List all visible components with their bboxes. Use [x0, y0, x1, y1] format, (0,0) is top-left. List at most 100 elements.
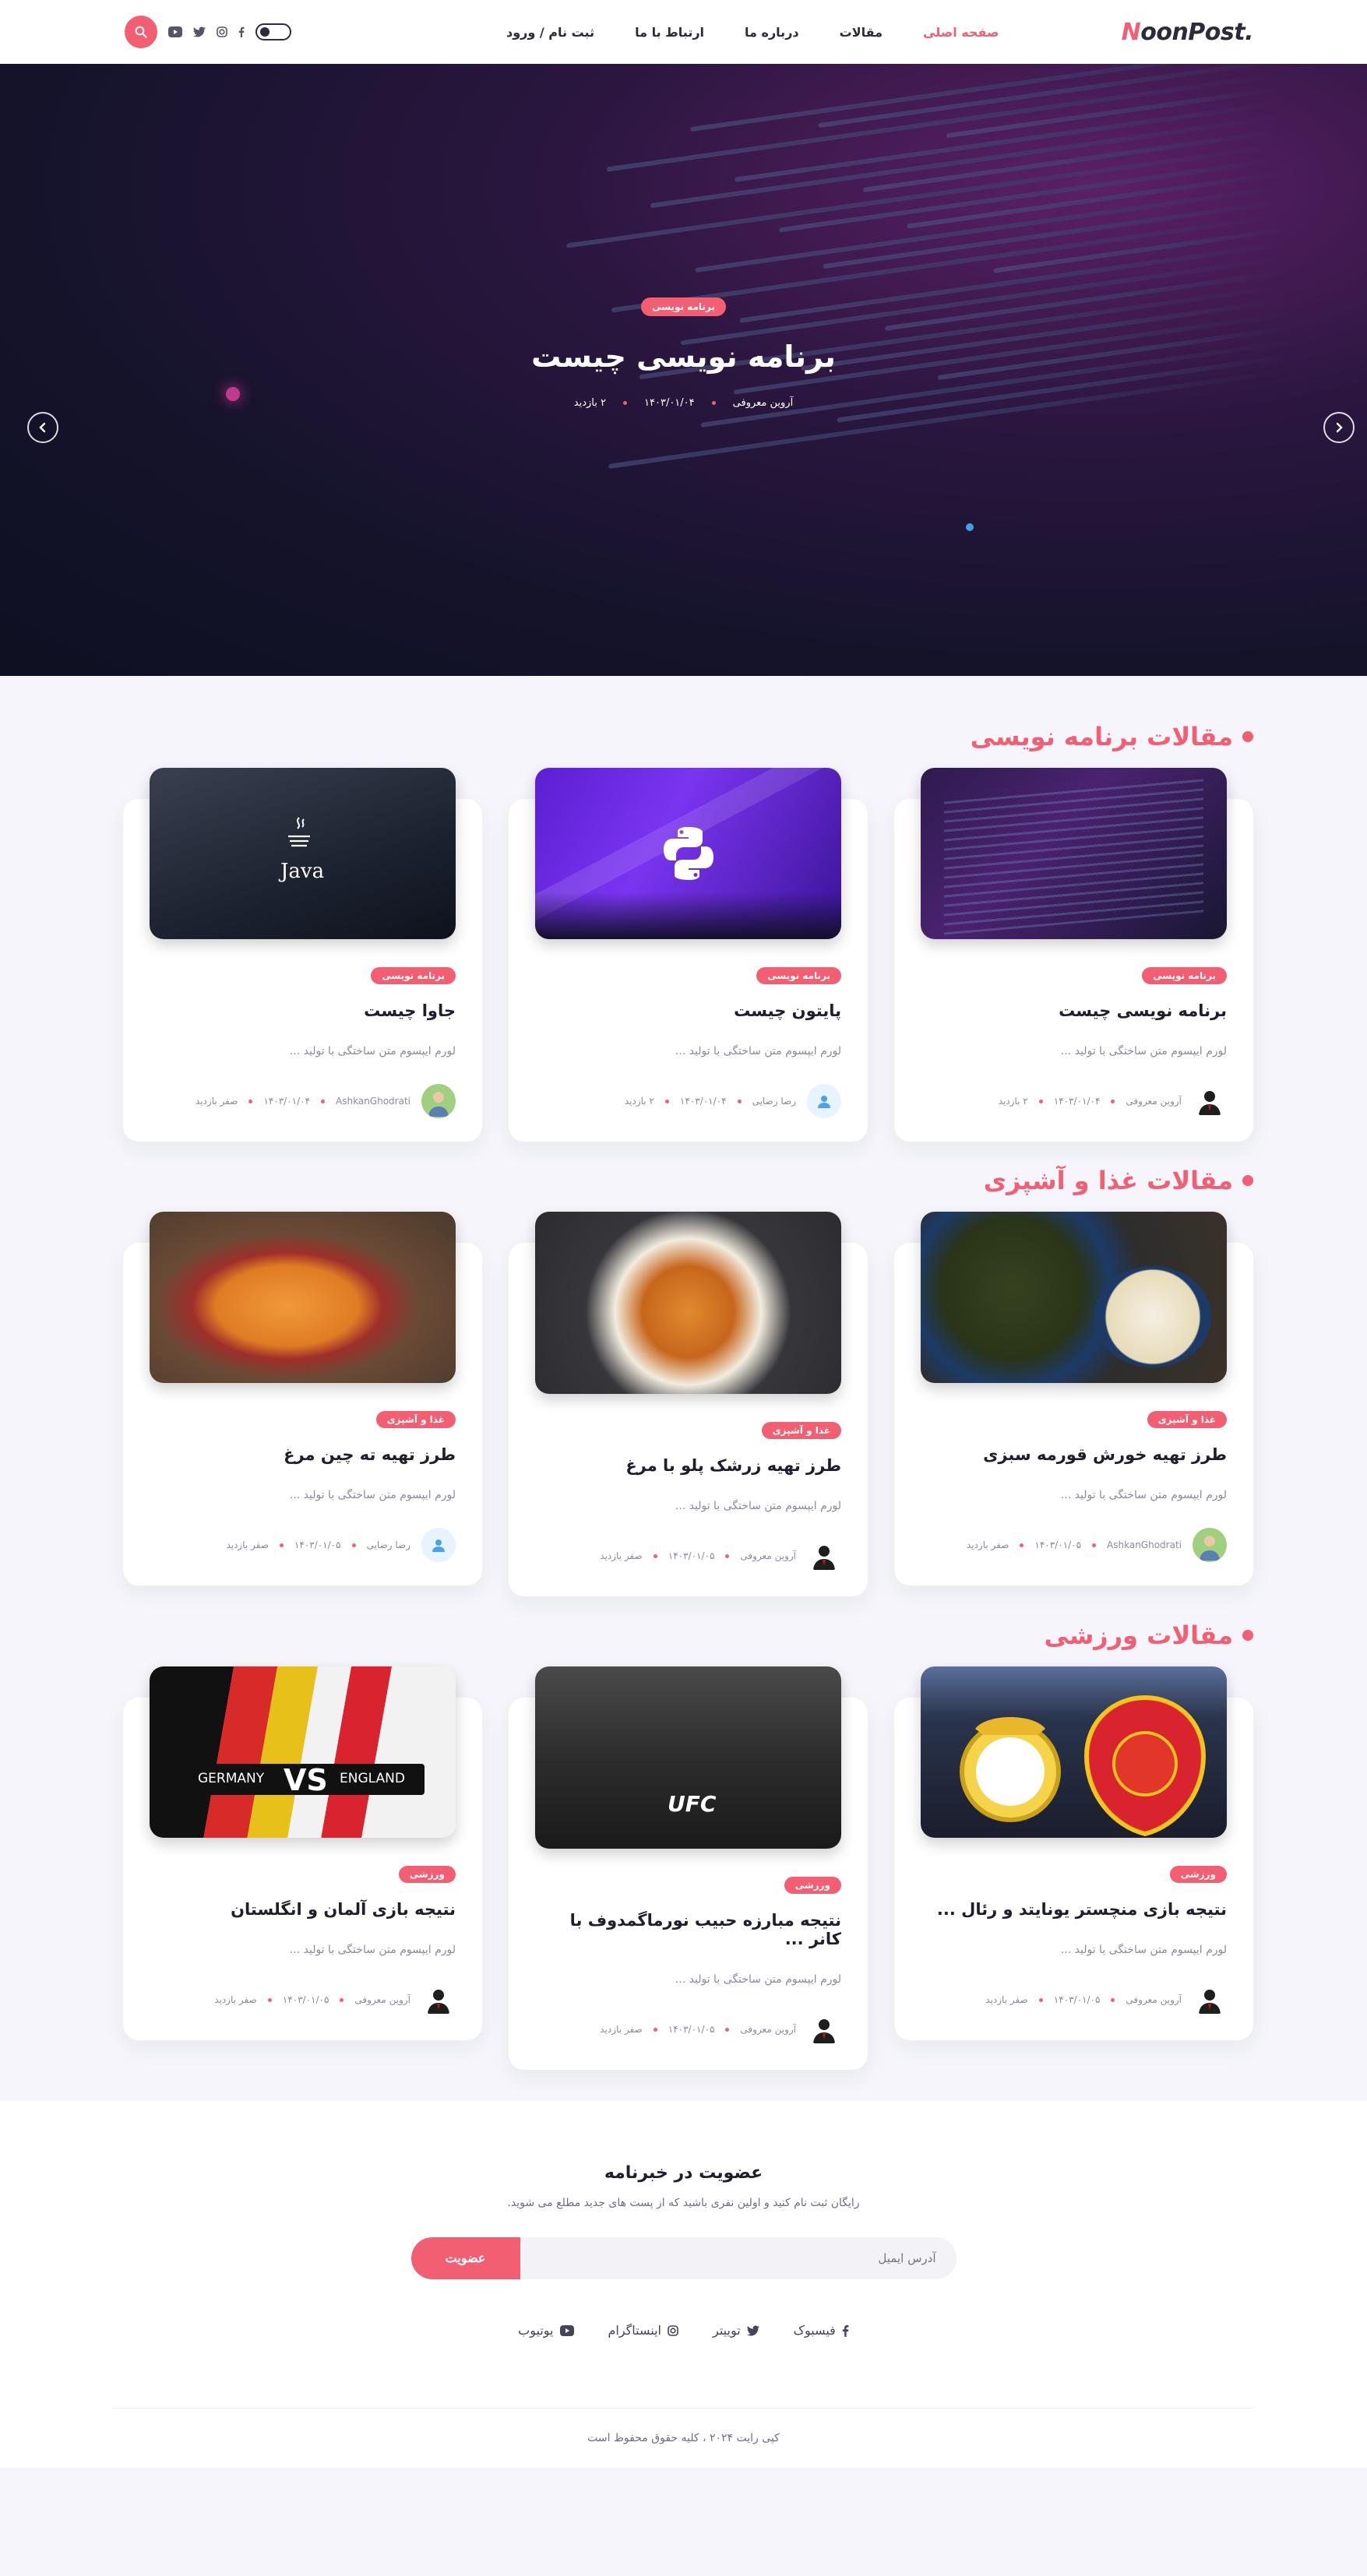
article-date: ۱۴۰۳/۰۱/۰۵ — [1034, 1540, 1082, 1550]
nav-about[interactable]: درباره ما — [745, 25, 799, 40]
article-card[interactable]: برنامه نویسی پایتون چیست لورم ایپسوم متن… — [509, 768, 868, 1142]
hero-prev-button[interactable] — [27, 412, 58, 443]
meta-dot — [279, 1543, 284, 1547]
article-excerpt: لورم ایپسوم متن ساختگی با تولید ... — [289, 1944, 456, 1956]
meta-dot — [653, 2027, 657, 2032]
hero-category-badge[interactable]: برنامه نویسی — [641, 297, 726, 316]
article-views: صفر بازدید — [226, 1540, 269, 1550]
theme-toggle[interactable] — [255, 23, 291, 40]
manchester-united-crest-icon — [1083, 1694, 1207, 1837]
article-date: ۱۴۰۳/۰۱/۰۵ — [668, 1550, 715, 1561]
article-title[interactable]: برنامه نویسی چیست — [921, 1001, 1227, 1020]
article-thumbnail[interactable]: Java — [150, 768, 456, 939]
author-name[interactable]: رضا رضایی — [752, 1096, 796, 1107]
article-thumbnail[interactable] — [535, 1212, 841, 1394]
article-thumbnail[interactable] — [535, 768, 841, 939]
twitter-label: توییتر — [713, 2323, 741, 2338]
hero-next-button[interactable] — [1323, 412, 1355, 443]
article-card[interactable]: ورزشی نتیجه بازی منچستر یونایتد و رئال .… — [894, 1666, 1253, 2040]
instagram-link[interactable]: اینستاگرام — [608, 2323, 679, 2338]
youtube-icon[interactable] — [168, 26, 182, 37]
article-thumbnail[interactable]: UFC — [535, 1666, 841, 1849]
nav-contact[interactable]: ارتباط با ما — [635, 25, 704, 40]
article-card[interactable]: غذا و آشپزی طرز تهیه ته چین مرغ لورم ایپ… — [123, 1212, 482, 1585]
section-food: مقالات غذا و آشپزی غذا و آشپزی طرز تهیه … — [114, 1149, 1253, 1596]
article-card[interactable]: غذا و آشپزی طرز تهیه زرشک پلو با مرغ لور… — [509, 1212, 868, 1596]
meta-dot — [321, 1099, 326, 1103]
email-input[interactable] — [520, 2237, 957, 2279]
category-badge[interactable]: برنامه نویسی — [1142, 967, 1227, 984]
hero-slider: برنامه نویسی برنامه نویسی چیست آروین معر… — [0, 64, 1367, 676]
article-meta: AshkanGhodrati ۱۴۰۳/۰۱/۰۴ صفر بازدید — [150, 1084, 456, 1118]
author-avatar — [807, 1539, 841, 1573]
article-views: صفر بازدید — [985, 1994, 1028, 2005]
category-badge[interactable]: برنامه نویسی — [371, 967, 456, 984]
article-title[interactable]: طرز تهیه ته چین مرغ — [150, 1445, 456, 1464]
nav-home[interactable]: صفحه اصلی — [923, 25, 999, 40]
youtube-link[interactable]: یوتیوب — [518, 2323, 574, 2338]
article-thumbnail[interactable]: GERMANY VS ENGLAND — [150, 1666, 456, 1838]
facebook-link[interactable]: فیسبوک — [794, 2323, 849, 2338]
hero-title[interactable]: برنامه نویسی چیست — [0, 340, 1367, 374]
instagram-label: اینستاگرام — [608, 2323, 662, 2338]
meta-dot — [1111, 1099, 1115, 1103]
article-title[interactable]: طرز تهیه زرشک پلو با مرغ — [535, 1456, 841, 1475]
site-logo[interactable]: NoonPost. — [1122, 19, 1254, 46]
youtube-icon — [559, 2324, 574, 2336]
category-badge[interactable]: غذا و آشپزی — [761, 1422, 841, 1439]
nav-articles[interactable]: مقالات — [840, 25, 883, 40]
article-card[interactable]: غذا و آشپزی طرز تهیه خورش قورمه سبزی لور… — [894, 1212, 1253, 1585]
article-title[interactable]: جاوا چیست — [150, 1001, 456, 1020]
article-title[interactable]: نتیجه بازی آلمان و انگلستان — [150, 1900, 456, 1919]
article-card[interactable]: GERMANY VS ENGLAND ورزشی نتیجه بازی آلما… — [123, 1666, 482, 2040]
author-name[interactable]: آروین معروفی — [354, 1994, 410, 2005]
category-badge[interactable]: برنامه نویسی — [756, 967, 841, 984]
article-excerpt: لورم ایپسوم متن ساختگی با تولید ... — [1060, 1944, 1227, 1956]
article-card[interactable]: برنامه نویسی برنامه نویسی چیست لورم ایپس… — [894, 768, 1253, 1142]
category-badge[interactable]: ورزشی — [398, 1866, 456, 1883]
article-card[interactable]: UFC ورزشی نتیجه مبارزه حبیب نورماگمدوف ب… — [509, 1666, 868, 2070]
category-badge[interactable]: غذا و آشپزی — [375, 1411, 456, 1428]
meta-dot — [664, 1099, 669, 1103]
article-thumbnail[interactable] — [150, 1212, 456, 1383]
author-name[interactable]: رضا رضایی — [367, 1540, 410, 1550]
hero-author[interactable]: آروین معروفی — [733, 397, 794, 409]
article-meta: آروین معروفی ۱۴۰۳/۰۱/۰۵ صفر بازدید — [535, 1539, 841, 1573]
article-views: صفر بازدید — [195, 1096, 238, 1107]
twitter-icon[interactable] — [193, 26, 206, 37]
article-title[interactable]: نتیجه بازی منچستر یونایتد و رئال ... — [921, 1900, 1227, 1919]
header-tools — [125, 16, 291, 48]
category-badge[interactable]: ورزشی — [784, 1877, 841, 1894]
nav-login[interactable]: ثبت نام / ورود — [506, 25, 594, 40]
facebook-icon[interactable] — [238, 26, 245, 37]
article-title[interactable]: پایتون چیست — [535, 1001, 841, 1020]
author-name[interactable]: AshkanGhodrati — [1107, 1540, 1182, 1550]
twitter-link[interactable]: توییتر — [713, 2323, 759, 2338]
title-bullet — [1242, 1175, 1253, 1186]
article-thumbnail[interactable] — [921, 1666, 1227, 1838]
python-logo-icon — [664, 827, 713, 880]
category-badge[interactable]: غذا و آشپزی — [1147, 1411, 1227, 1428]
article-title[interactable]: طرز تهیه خورش قورمه سبزی — [921, 1445, 1227, 1464]
article-thumbnail[interactable] — [921, 1212, 1227, 1383]
instagram-icon[interactable] — [217, 26, 227, 37]
author-name[interactable]: آروین معروفی — [1126, 1994, 1182, 2005]
author-name[interactable]: آروین معروفی — [1126, 1096, 1182, 1107]
author-name[interactable]: AshkanGhodrati — [336, 1096, 410, 1107]
article-thumbnail[interactable] — [921, 768, 1227, 939]
card-list: ورزشی نتیجه بازی منچستر یونایتد و رئال .… — [114, 1666, 1253, 2070]
article-title[interactable]: نتیجه مبارزه حبیب نورماگمدوف با کانر ... — [535, 1911, 841, 1948]
author-name[interactable]: آروین معروفی — [740, 1550, 796, 1561]
user-icon — [818, 1096, 830, 1108]
meta-dot — [248, 1099, 253, 1103]
java-logo-text: Java — [280, 860, 325, 883]
meta-dot — [653, 1554, 657, 1558]
section-title: مقالات برنامه نویسی — [114, 706, 1253, 768]
search-button[interactable] — [125, 16, 157, 48]
article-card[interactable]: Java برنامه نویسی جاوا چیست لورم ایپسوم … — [123, 768, 482, 1142]
meta-dot — [340, 1997, 344, 2002]
author-avatar — [1193, 1084, 1227, 1118]
author-name[interactable]: آروین معروفی — [740, 2024, 796, 2035]
category-badge[interactable]: ورزشی — [1169, 1866, 1227, 1883]
subscribe-button[interactable]: عضویت — [410, 2237, 520, 2279]
